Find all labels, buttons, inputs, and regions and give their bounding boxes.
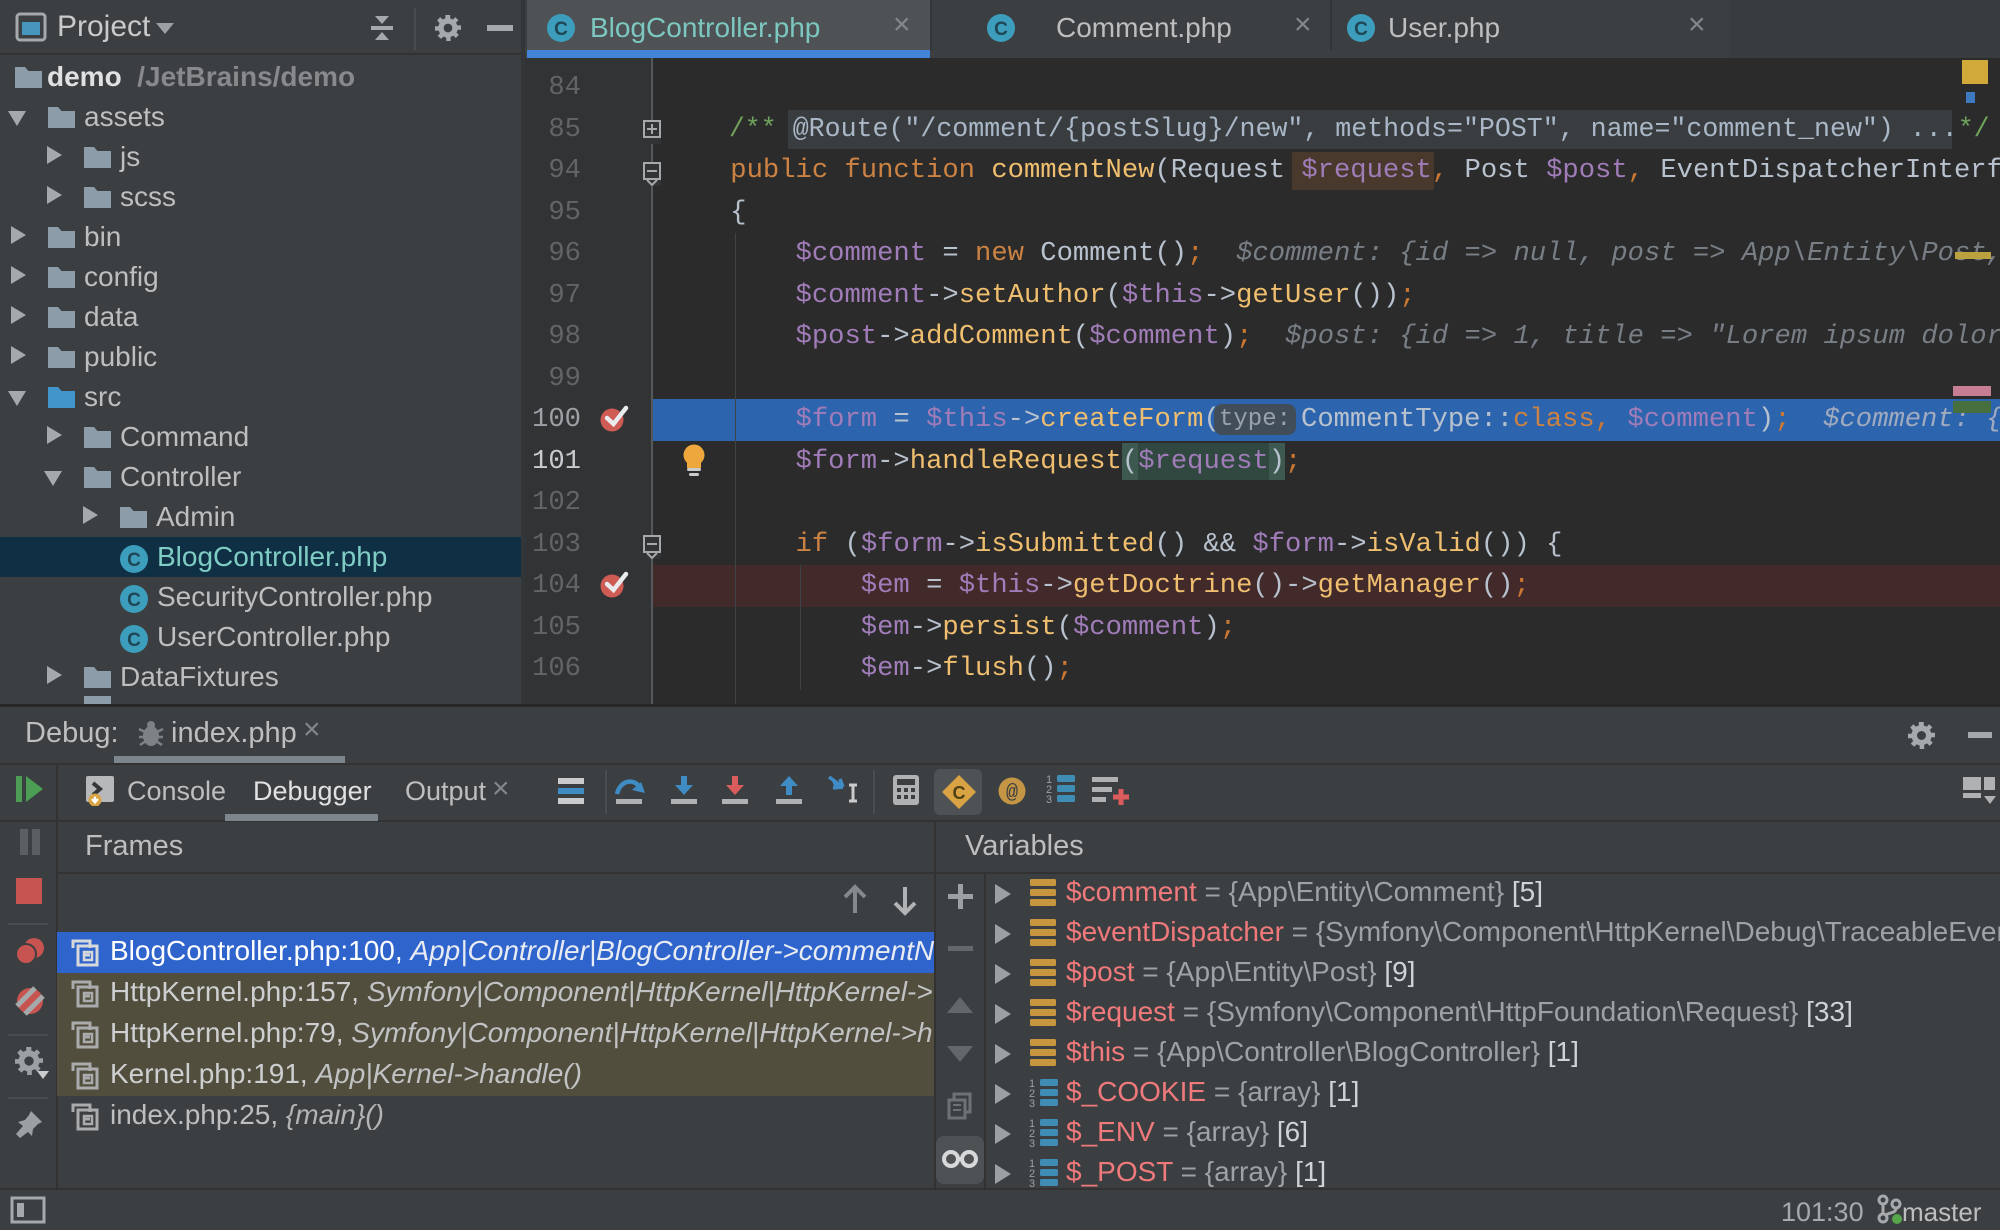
svg-text:C: C [127,550,141,571]
svg-text:3: 3 [1029,1098,1035,1110]
svg-text:C: C [994,19,1008,40]
svg-text:C: C [953,783,966,803]
svg-text:3: 3 [1046,794,1052,806]
svg-text:C: C [554,19,568,40]
svg-text:C: C [127,590,141,611]
svg-text:C: C [127,630,141,651]
svg-text:C: C [1354,19,1368,40]
svg-text:3: 3 [1029,1138,1035,1150]
svg-text:@: @ [1006,782,1018,805]
